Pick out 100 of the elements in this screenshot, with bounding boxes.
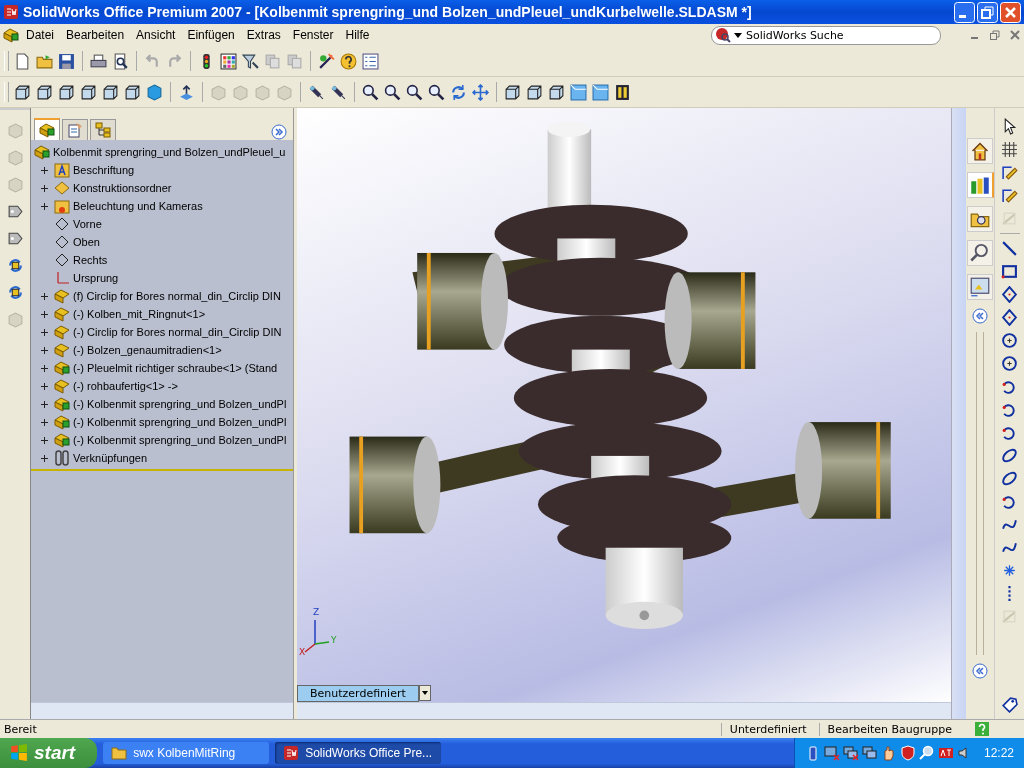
- sketch-pencil-icon[interactable]: [1001, 187, 1018, 204]
- arc-icon[interactable]: [1001, 493, 1018, 510]
- probe-icon[interactable]: [330, 83, 347, 101]
- close-icon[interactable]: [1009, 29, 1021, 41]
- solid-cube-icon[interactable]: [146, 83, 163, 101]
- network-icon[interactable]: [861, 745, 878, 761]
- rectangle-icon[interactable]: [1001, 263, 1018, 280]
- tree-item[interactable]: Oben: [73, 236, 100, 248]
- expand-icon[interactable]: [40, 291, 49, 301]
- printer-icon[interactable]: [90, 52, 107, 70]
- color-grid-icon[interactable]: [220, 52, 237, 70]
- tag-icon[interactable]: [6, 230, 24, 247]
- menu-item[interactable]: Bearbeiten: [61, 26, 130, 44]
- tree-item[interactable]: (-) Circlip for Bores normal_din_Circlip DIN: [73, 326, 282, 338]
- ellipse-icon[interactable]: [1001, 447, 1018, 464]
- expand-icon[interactable]: [40, 327, 49, 337]
- monitor-icon[interactable]: [823, 745, 840, 761]
- cube-outline-icon[interactable]: [526, 83, 543, 101]
- sketch-pencil-icon[interactable]: [1001, 164, 1018, 181]
- expand-icon[interactable]: [40, 183, 49, 193]
- expand-icon[interactable]: [40, 201, 49, 211]
- funnel-icon[interactable]: [242, 52, 259, 70]
- menu-item[interactable]: Datei: [21, 26, 59, 44]
- folder-search-icon[interactable]: [967, 206, 993, 232]
- panel-tab[interactable]: [90, 119, 116, 140]
- expand-icon[interactable]: [40, 399, 49, 409]
- cube-outline-icon[interactable]: [504, 83, 521, 101]
- cube-outline-icon[interactable]: [124, 83, 141, 101]
- zoom-icon[interactable]: [362, 83, 379, 101]
- cube-outline-icon[interactable]: [80, 83, 97, 101]
- tree-item[interactable]: (-) Bolzen_genaumitradien<1>: [73, 344, 222, 356]
- circle-icon[interactable]: [1001, 355, 1018, 372]
- taskbar-button[interactable]: swx KolbenMitRing: [103, 742, 270, 764]
- vertical-scrollbar[interactable]: [951, 108, 966, 719]
- expand-icon[interactable]: [40, 453, 49, 463]
- arc-icon[interactable]: [1001, 378, 1018, 395]
- tree-item[interactable]: Ursprung: [73, 272, 119, 284]
- tree-item[interactable]: (-) Kolbenmit sprengring_und Bolzen_undPl: [73, 434, 287, 446]
- expand-icon[interactable]: [40, 345, 49, 355]
- tag-icon[interactable]: [6, 203, 24, 220]
- tree-item[interactable]: Kolbenmit sprengring_und Bolzen_undPleuel_u: [53, 146, 286, 158]
- move-arrows-icon[interactable]: [472, 83, 489, 101]
- new-document-icon[interactable]: [14, 52, 31, 70]
- taskbar-button[interactable]: SolidWorks Office Pre...: [275, 742, 442, 764]
- tree-item[interactable]: Konstruktionsordner: [73, 182, 172, 194]
- arc-icon[interactable]: [1001, 424, 1018, 441]
- tree-item[interactable]: (-) Pleuelmit richtiger schraube<1> (Stand: [73, 362, 278, 374]
- palette-icon[interactable]: [967, 274, 993, 300]
- double-chevron-left-icon[interactable]: [972, 663, 988, 679]
- double-chevron-left-icon[interactable]: [972, 308, 988, 324]
- tree-item[interactable]: Rechts: [73, 254, 108, 266]
- panel-tab[interactable]: [62, 119, 88, 140]
- shaded-box-icon[interactable]: [592, 83, 609, 101]
- expand-icon[interactable]: [40, 165, 49, 175]
- menu-item[interactable]: Ansicht: [131, 26, 181, 44]
- page-magnifier-icon[interactable]: [112, 52, 129, 70]
- line-icon[interactable]: [1001, 240, 1018, 257]
- tree-item[interactable]: Beschriftung: [73, 164, 135, 176]
- grid-icon[interactable]: [1001, 141, 1018, 158]
- search-field[interactable]: SolidWorks Suche: [711, 25, 941, 45]
- magnifier-icon[interactable]: [967, 240, 993, 266]
- help-icon[interactable]: [340, 52, 357, 70]
- tree-item[interactable]: (-) Kolben_mit_Ringnut<1>: [73, 308, 206, 320]
- expand-icon[interactable]: [40, 363, 49, 373]
- home-icon[interactable]: [967, 138, 993, 164]
- restore-icon[interactable]: [989, 29, 1001, 41]
- cube-outline-icon[interactable]: [102, 83, 119, 101]
- ellipse-icon[interactable]: [1001, 470, 1018, 487]
- expand-icon[interactable]: [40, 417, 49, 427]
- cube-outline-icon[interactable]: [14, 83, 31, 101]
- shield-icon[interactable]: [899, 745, 916, 761]
- rotate-icon[interactable]: [6, 284, 24, 301]
- menu-item[interactable]: Hilfe: [340, 26, 375, 44]
- tree-item[interactable]: (-) Kolbenmit sprengring_und Bolzen_undPl: [73, 416, 287, 428]
- network-icon[interactable]: [842, 745, 859, 761]
- horizontal-scrollbar[interactable]: [31, 702, 293, 719]
- tree-item[interactable]: (-) Kolbenmit sprengring_und Bolzen_undPl: [73, 398, 287, 410]
- books-icon[interactable]: [966, 172, 994, 198]
- zoom-icon[interactable]: [428, 83, 445, 101]
- rotate-icon[interactable]: [6, 257, 24, 274]
- magnifier-icon[interactable]: [918, 745, 935, 761]
- circle-icon[interactable]: [1001, 332, 1018, 349]
- dropdown-caret-icon[interactable]: [418, 685, 431, 701]
- probe-icon[interactable]: [308, 83, 325, 101]
- zoom-icon[interactable]: [384, 83, 401, 101]
- tag-icon[interactable]: [1001, 696, 1018, 713]
- ati-logo-icon[interactable]: [937, 745, 954, 761]
- wand-icon[interactable]: [318, 52, 335, 70]
- panel-tab[interactable]: [34, 118, 60, 140]
- checklist-icon[interactable]: [362, 52, 379, 70]
- restore-icon[interactable]: [977, 1, 998, 23]
- zoom-icon[interactable]: [406, 83, 423, 101]
- horizontal-scrollbar[interactable]: [297, 702, 951, 719]
- tree-item[interactable]: (-) rohbaufertig<1> ->: [73, 380, 178, 392]
- normal-arrow-icon[interactable]: [178, 83, 195, 101]
- shaded-box-icon[interactable]: [570, 83, 587, 101]
- tree-item[interactable]: (f) Circlip for Bores normal_din_Circlip DIN: [73, 290, 281, 302]
- tree-item[interactable]: Verknüpfungen: [73, 452, 147, 464]
- minimize-icon[interactable]: [954, 1, 975, 23]
- expand-icon[interactable]: [40, 381, 49, 391]
